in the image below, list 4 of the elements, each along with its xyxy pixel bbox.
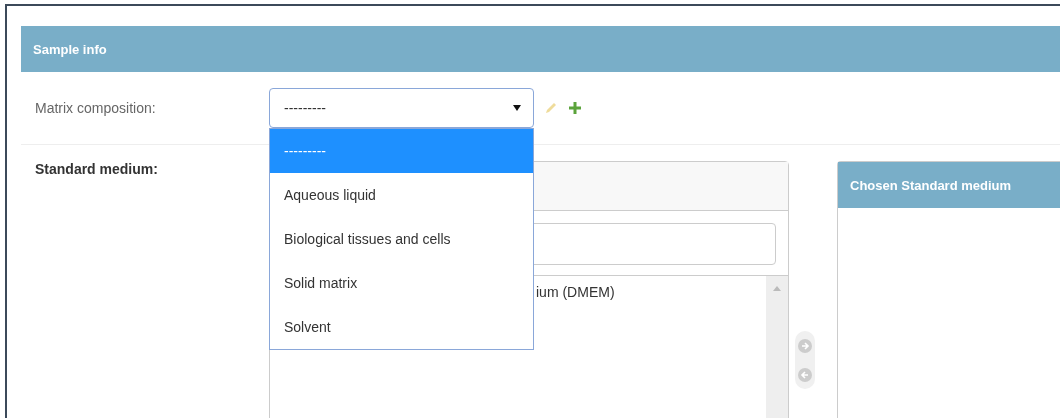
field-label: Matrix composition: — [34, 100, 157, 116]
field-label: Standard medium: — [34, 161, 159, 179]
panel-title: Chosen Standard medium — [838, 162, 1060, 208]
section-header: Sample info — [21, 26, 1060, 72]
